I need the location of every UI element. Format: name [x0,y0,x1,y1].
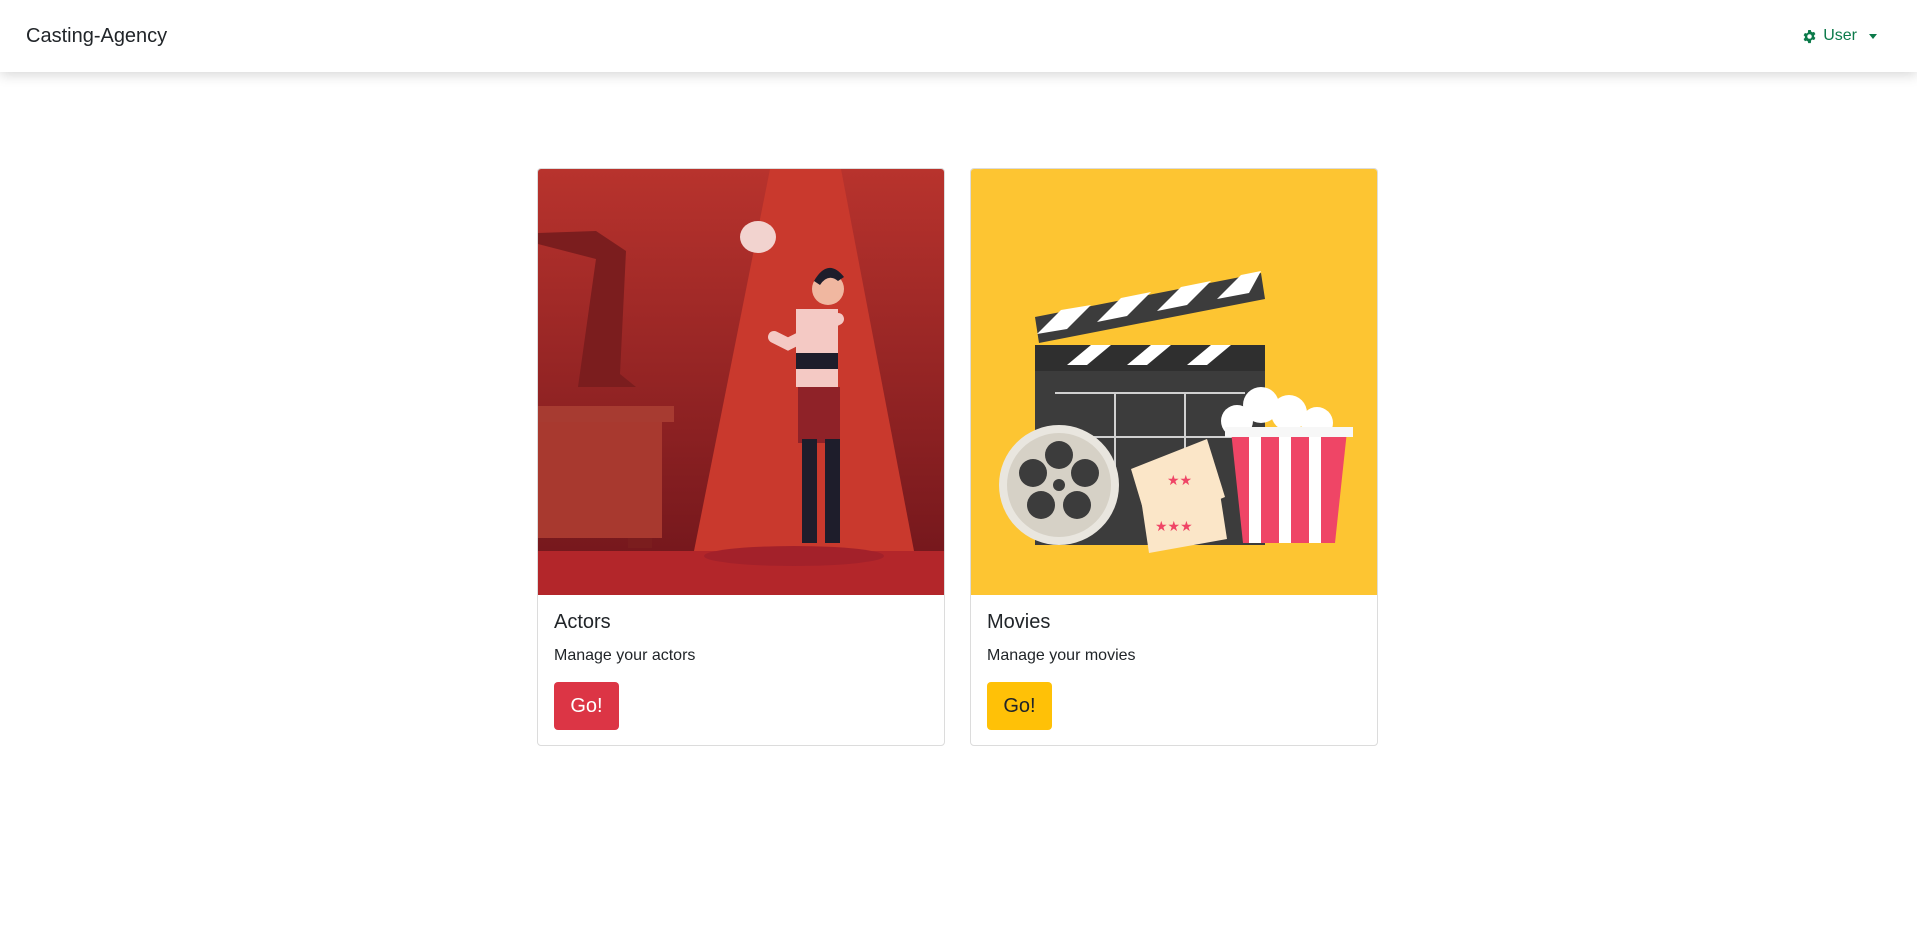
movies-card: ★★ ★★★ Movies Manage your movies Go! [970,168,1378,746]
card-title: Actors [554,611,611,633]
card-text: Manage your actors [554,647,696,664]
card-title: Movies [987,611,1051,633]
actors-go-button[interactable]: Go! [554,682,619,730]
caret-down-icon [1869,33,1877,39]
actors-illustration [538,169,944,595]
movies-go-button[interactable]: Go! [987,682,1052,730]
user-label: User [1823,27,1857,44]
card-text: Manage your movies [987,647,1136,664]
movies-illustration: ★★ ★★★ [971,169,1377,595]
actors-card: Actors Manage your actors Go! [537,168,945,746]
svg-text:★★★: ★★★ [1155,519,1193,535]
svg-text:★★: ★★ [1167,473,1192,489]
top-navbar: Casting-Agency User [0,0,1917,72]
user-dropdown-toggle[interactable]: User [1802,27,1877,45]
gear-icon [1803,29,1816,43]
brand-link[interactable]: Casting-Agency [26,25,167,48]
